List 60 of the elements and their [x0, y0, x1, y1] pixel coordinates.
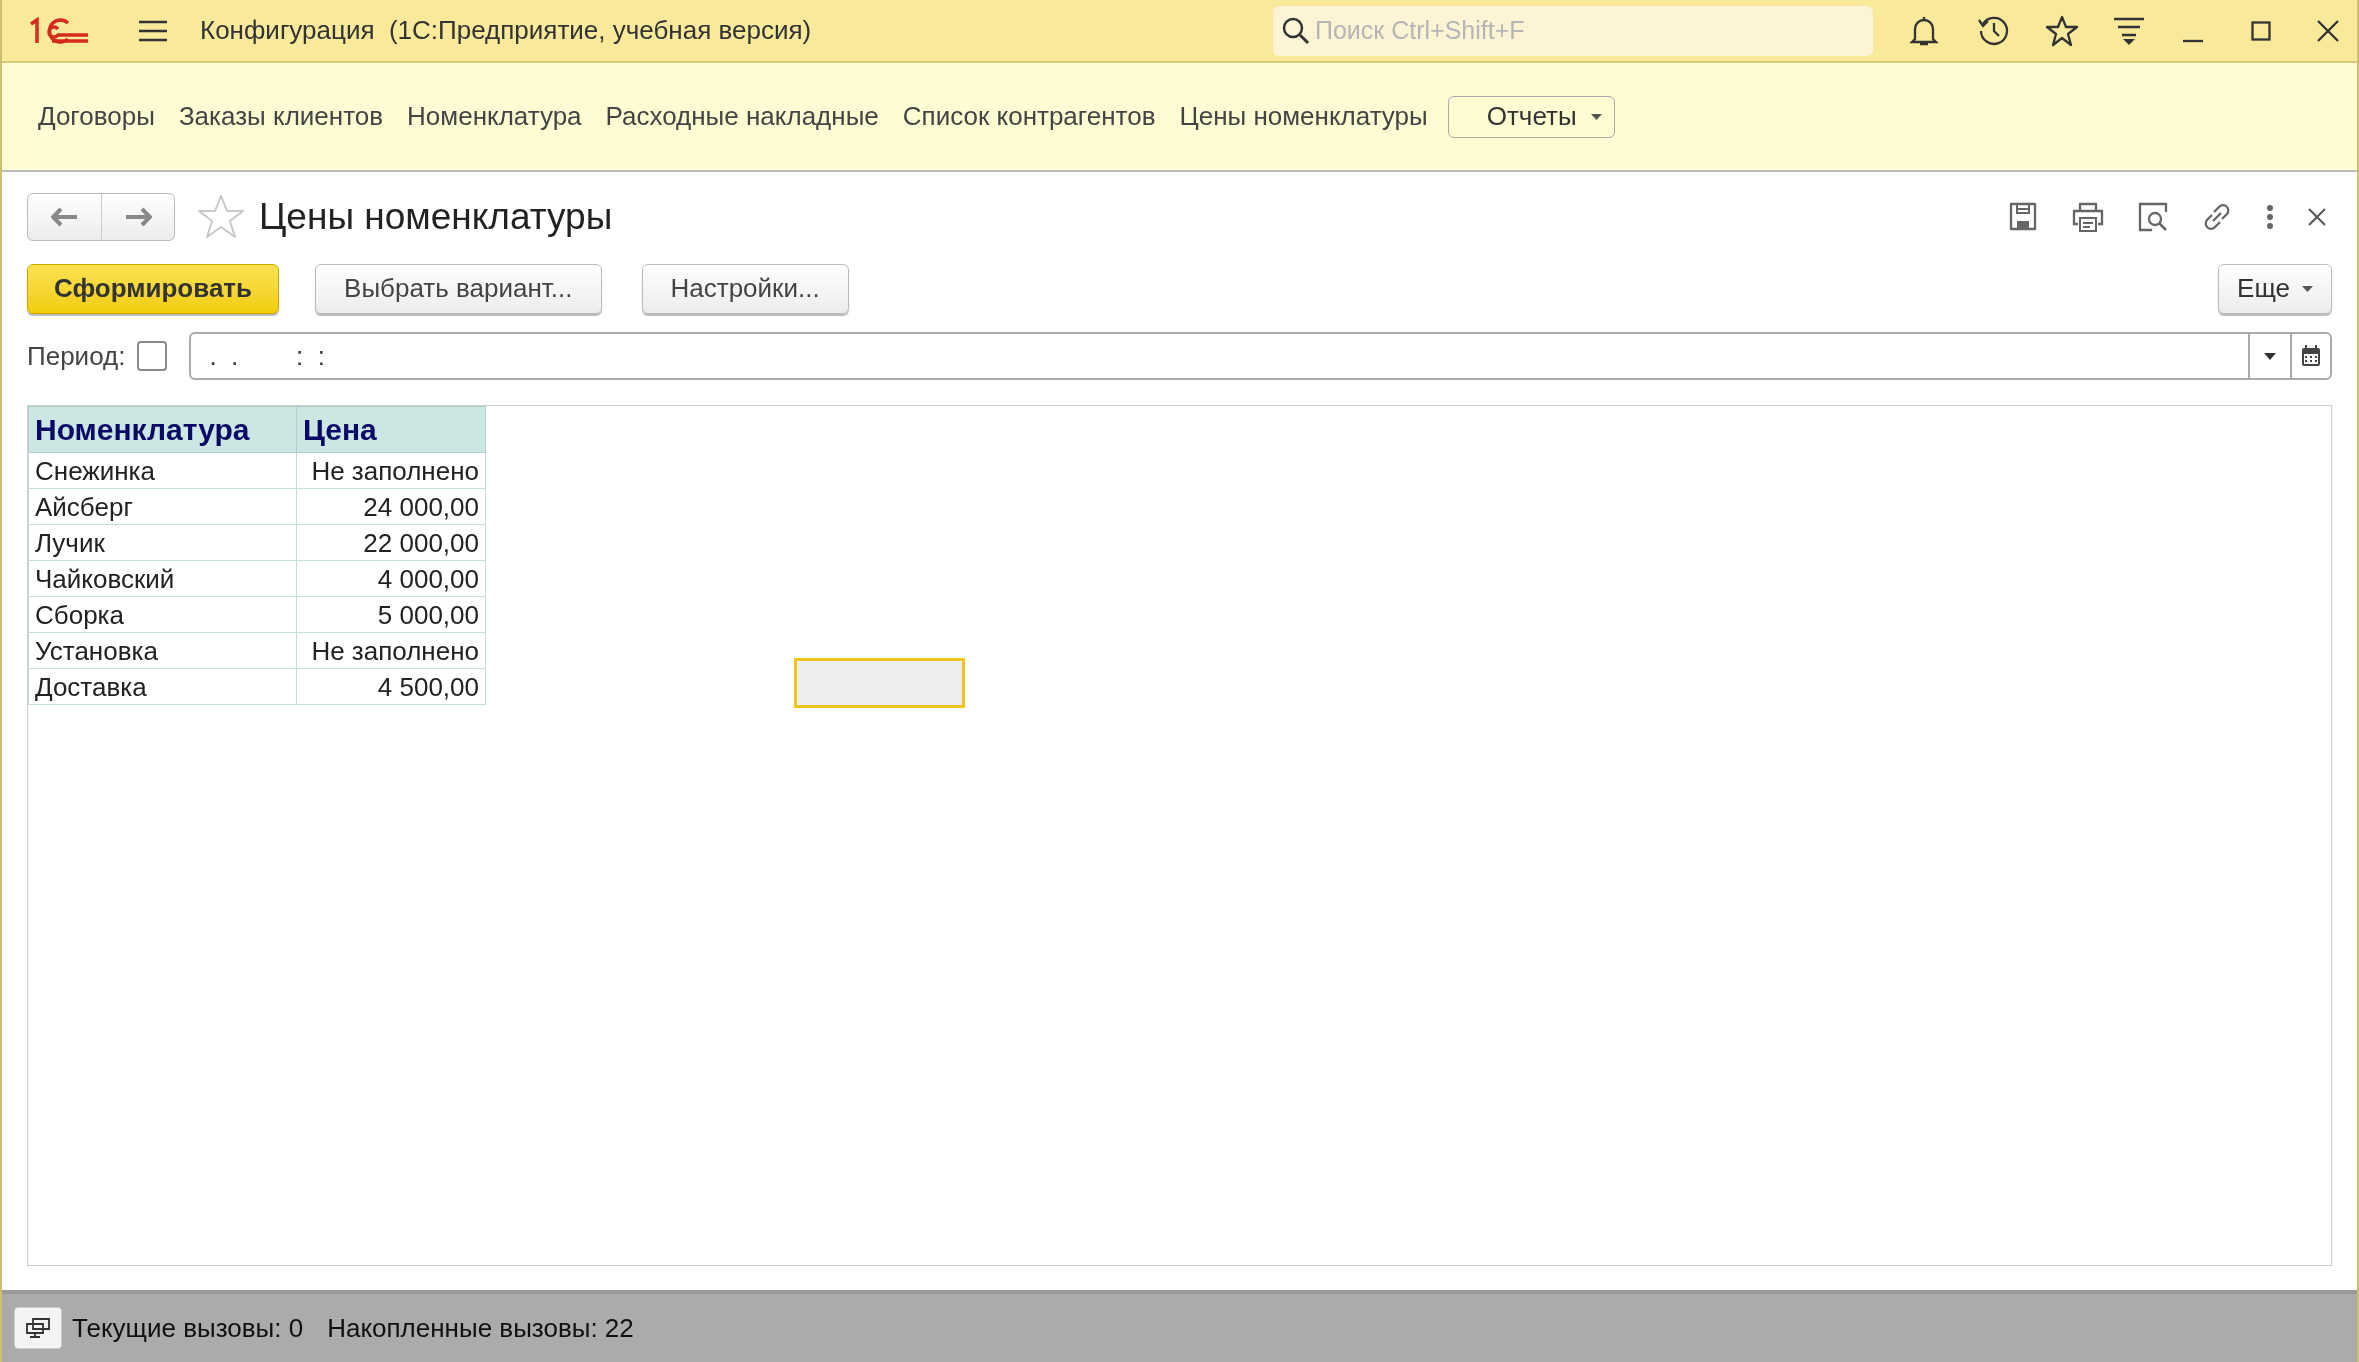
favorite-star-icon[interactable] [197, 194, 245, 240]
column-header: Номенклатура [28, 406, 297, 453]
status-text: Накопленные вызовы: 22 [327, 1311, 634, 1345]
minimize-icon[interactable] [2183, 38, 2203, 43]
caret-icon [2302, 285, 2313, 292]
monitors-icon [25, 1317, 51, 1339]
generate-button[interactable]: Сформировать [27, 263, 280, 314]
right-arrow-icon [124, 207, 152, 227]
table-cell: Не заполнено [296, 632, 486, 669]
period-label: Период: [27, 339, 126, 373]
menu-icon[interactable] [138, 19, 168, 42]
table-cell: Установка [28, 632, 297, 669]
table-cell: Не заполнено [296, 452, 486, 489]
close-icon[interactable] [2308, 208, 2326, 226]
column-header: Цена [296, 406, 486, 453]
window-title: Конфигурация (1С:Предприятие, учебная версия) [200, 14, 812, 47]
reports-menu-button[interactable]: Отчеты [1447, 95, 1615, 138]
star-icon[interactable] [2045, 14, 2079, 47]
nav-link[interactable]: Цены номенклатуры [1179, 97, 1428, 136]
nav-link[interactable]: Заказы клиентов [178, 97, 384, 136]
close-icon[interactable] [2317, 19, 2339, 42]
connections-button[interactable] [14, 1307, 62, 1349]
print-icon[interactable] [2072, 202, 2104, 232]
nav-link[interactable]: Список контрагентов [902, 97, 1156, 136]
preview-icon[interactable] [2138, 202, 2168, 232]
table-cell: 4 500,00 [296, 668, 486, 705]
table-cell: Айсберг [28, 488, 297, 525]
table-cell: Лучик [28, 524, 297, 561]
status-text: Текущие вызовы: 0 [72, 1311, 304, 1345]
selected-cell[interactable] [794, 658, 965, 708]
form-title: Цены номенклатуры [259, 195, 613, 240]
bell-icon[interactable] [1909, 14, 1939, 47]
table-cell: 22 000,00 [296, 524, 486, 561]
caret-icon [2264, 352, 2276, 360]
toolbar-button[interactable]: Настройки... [641, 263, 849, 314]
table-cell: Доставка [28, 668, 297, 705]
more-vertical-icon[interactable] [2266, 204, 2274, 230]
search-field[interactable]: Поиск Ctrl+Shift+F [1273, 5, 1873, 56]
nav-link[interactable]: Расходные накладные [605, 97, 879, 136]
table-cell: 24 000,00 [296, 488, 486, 525]
table-cell: 5 000,00 [296, 596, 486, 633]
table-cell: Чайковский [28, 560, 297, 597]
period-field[interactable]: . . : : [189, 332, 2332, 380]
maximize-icon[interactable] [2251, 20, 2271, 41]
table-cell: Снежинка [28, 452, 297, 489]
more-button[interactable]: Еще [2218, 263, 2332, 314]
calendar-icon [2301, 345, 2321, 367]
link-icon[interactable] [2202, 202, 2232, 232]
table-cell: Сборка [28, 596, 297, 633]
filter-icon[interactable] [2113, 15, 2145, 46]
left-arrow-icon [50, 207, 79, 227]
nav-link[interactable]: Номенклатура [407, 97, 582, 136]
table-cell: 4 000,00 [296, 560, 486, 597]
nav-link[interactable]: Договоры [38, 97, 155, 136]
logo-icon [28, 16, 90, 45]
period-checkbox[interactable] [137, 341, 168, 371]
save-icon[interactable] [2008, 202, 2038, 232]
toolbar-button[interactable]: Выбрать вариант... [315, 263, 602, 314]
caret-icon [1590, 113, 1602, 120]
search-icon [1281, 15, 1311, 46]
